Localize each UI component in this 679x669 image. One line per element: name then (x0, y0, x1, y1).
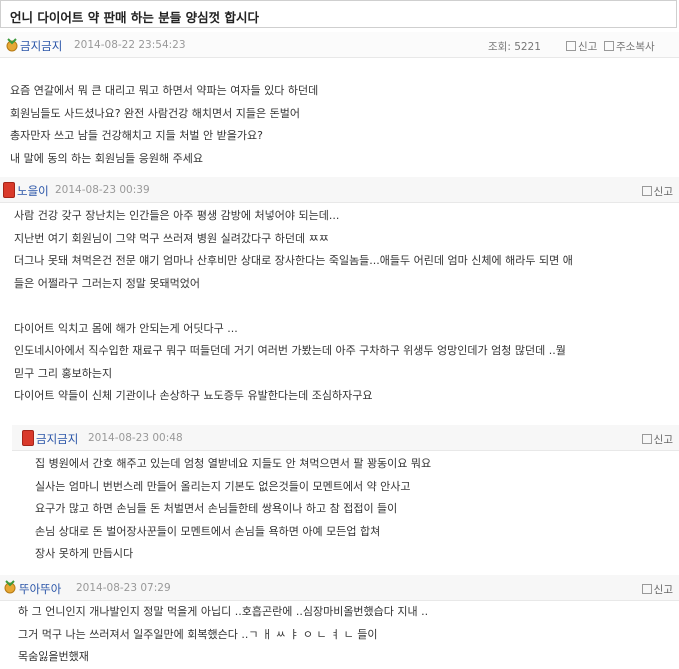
comment-body-line: 목숨잃을번했재 (18, 650, 89, 663)
post-body-line: 내 말에 동의 하는 회원님들 응원해 주세요 (10, 151, 204, 165)
report-icon (641, 584, 652, 594)
post-body: 요즘 연갈에서 뭐 큰 대리고 뭐고 하면서 약파는 여자들 있다 하던데 회원… (10, 80, 318, 170)
post-body-line: 총자만자 쓰고 남들 건강해치고 지들 처벌 안 받을가요? (10, 129, 263, 142)
report-icon (641, 434, 652, 444)
comment-body-line: 그거 먹구 나는 쓰러져서 일주일만에 회복했슨다 ..ㄱ ㅐ ㅆ ㅑ ㅇ ㄴ … (18, 627, 378, 641)
report-label: 신고 (653, 584, 673, 596)
comment-author[interactable]: 뚜아뚜아 (19, 581, 61, 597)
report-label: 신고 (578, 41, 598, 53)
reply-author[interactable]: 금지금지 (36, 431, 78, 447)
post-title: 언니 다이어트 약 판매 하는 분들 양심껏 합시다 (10, 10, 259, 25)
comment-body-line: 하 그 언니인지 개나발인지 정말 먹을게 아닙디 ..호흡곤란에 ..심장마비… (18, 605, 429, 618)
comment-body: 하 그 언니인지 개나발인지 정말 먹을게 아닙디 ..호흡곤란에 ..심장마비… (18, 601, 428, 669)
report-button[interactable]: 신고 (641, 432, 673, 447)
comment-meta: 뚜아뚜아 2014-08-23 07:29 신고 (0, 575, 679, 601)
post-meta: 금지금지 2014-08-22 23:54:23 조회: 5221 신고 주소복… (0, 32, 679, 58)
comment-body-line: 믿구 그리 홍보하는지 (14, 366, 113, 380)
post-author[interactable]: 금지금지 (20, 38, 62, 54)
report-button[interactable]: 신고 (641, 582, 673, 597)
comment-body-line: 사람 건강 갖구 장난치는 인간들은 아주 평생 감방에 처넣어야 되는데... (14, 209, 340, 222)
post-body-line: 요즘 연갈에서 뭐 큰 대리고 뭐고 하면서 약파는 여자들 있다 하던데 (10, 84, 319, 97)
comment-body-line: 더그나 못돼 쳐먹은건 전문 얘기 엄마나 산후비만 상대로 장사한다는 죽일놈… (14, 254, 573, 267)
red-badge-icon (22, 430, 34, 446)
reply-body-line: 실사는 엄마니 번번스레 만들어 올리는지 기본도 없은것들이 모멘트에서 약 … (35, 479, 411, 493)
copy-link-button[interactable]: 주소복사 (604, 39, 655, 54)
comment-date: 2014-08-23 07:29 (76, 582, 171, 594)
report-button[interactable]: 신고 (641, 184, 673, 199)
post-date: 2014-08-22 23:54:23 (74, 39, 186, 51)
comment-body-line: 들은 어쩔라구 그러는지 정말 못돼먹었어 (14, 276, 201, 290)
comment-body-line: 다이어트 약들이 신체 기관이나 손상하구 뇨도증두 유발한다는데 조심하자구요 (14, 389, 373, 402)
reply-meta: 금지금지 2014-08-23 00:48 신고 (12, 425, 679, 451)
red-badge-icon (3, 182, 15, 198)
report-label: 신고 (653, 434, 673, 446)
post-title-bar: 언니 다이어트 약 판매 하는 분들 양심껏 합시다 (0, 0, 677, 28)
post-body-line: 회원님들도 사드셨나요? 완전 사람건강 해치면서 지들은 돈벌어 (10, 106, 300, 120)
copy-icon (604, 41, 614, 51)
comment-author[interactable]: 노을이 (17, 183, 49, 199)
comment-body: 사람 건강 갖구 장난치는 인간들은 아주 평생 감방에 처넣어야 되는데...… (14, 205, 573, 408)
reply-body-line: 장사 못하게 만듭시다 (35, 547, 134, 560)
reply-body: 집 병원에서 간호 해주고 있는데 엄청 열받네요 지들도 안 쳐먹으면서 팔 … (35, 453, 431, 566)
report-icon (641, 186, 652, 196)
comment-body-line: 인도네시아에서 직수입한 재료구 뭐구 떠들던데 거기 여러번 가봤는데 아주 … (14, 344, 566, 357)
copy-label: 주소복사 (616, 41, 655, 53)
reply-body-line: 손님 상대로 돈 벌어장사꾼들이 모멘트에서 손님들 욕하면 아예 모든업 합쳐 (35, 524, 381, 538)
reply-body-line: 요구가 많고 하면 손님들 돈 처벌면서 손님들한테 쌍욕이나 하고 참 접접이… (35, 502, 398, 515)
reply-body-line: 집 병원에서 간호 해주고 있는데 엄청 열받네요 지들도 안 쳐먹으면서 팔 … (35, 457, 432, 470)
comment-body-line (14, 295, 573, 318)
reply-date: 2014-08-23 00:48 (88, 432, 183, 444)
comment-date: 2014-08-23 00:39 (55, 184, 150, 196)
report-button[interactable]: 신고 (560, 39, 597, 54)
comment-meta: 노을이 2014-08-23 00:39 신고 (0, 177, 679, 203)
comment-body-line: 다이어트 익치고 몸에 해가 안되는게 어딧다구 ... (14, 321, 238, 335)
views-count: 조회: 5221 (488, 41, 541, 53)
medal-icon (6, 38, 18, 52)
comment-body-line: 지난번 여기 회원님이 그약 먹구 쓰러져 병원 실려갔다구 하던데 ㅉㅉ (14, 231, 329, 245)
report-icon (566, 41, 576, 51)
medal-icon (4, 580, 16, 594)
report-label: 신고 (653, 186, 673, 198)
